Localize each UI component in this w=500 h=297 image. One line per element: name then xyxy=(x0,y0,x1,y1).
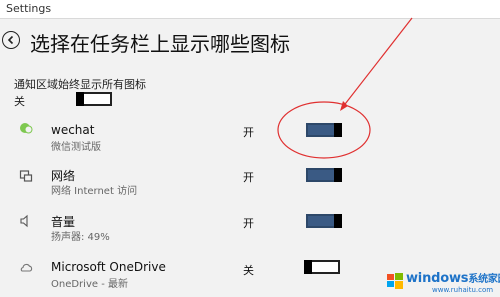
annotation-overlay xyxy=(277,17,413,159)
watermark: windows系统家园 www.ruhaitu.com xyxy=(386,270,500,294)
watermark-brand-en: windows xyxy=(406,271,469,286)
watermark-url: www.ruhaitu.com xyxy=(432,286,494,294)
windows-logo-icon xyxy=(387,273,403,289)
watermark-brand: windows系统家园 xyxy=(406,270,500,286)
watermark-brand-cn: 系统家园 xyxy=(468,274,500,285)
pointer-arrow-line xyxy=(341,17,413,109)
highlight-ellipse xyxy=(277,101,371,159)
